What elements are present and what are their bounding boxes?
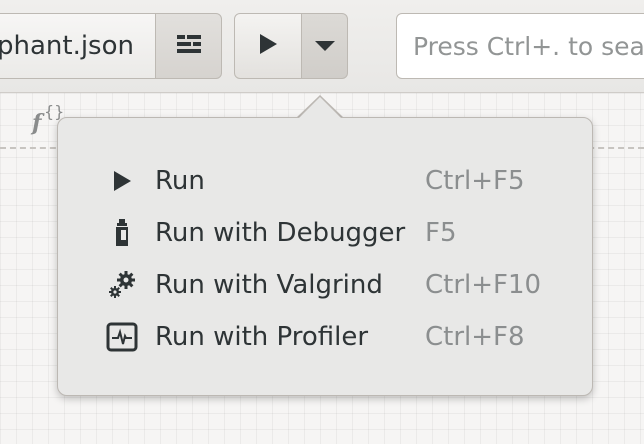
play-icon <box>106 165 138 197</box>
profiler-icon <box>106 321 138 353</box>
menu-item-run-valgrind[interactable]: Run with Valgrind Ctrl+F10 <box>78 259 572 311</box>
split-pane-icon <box>175 32 203 60</box>
menu-item-accel: Ctrl+F5 <box>425 166 525 196</box>
menu-item-run-profiler[interactable]: Run with Profiler Ctrl+F8 <box>78 311 572 363</box>
play-icon <box>258 33 278 59</box>
file-name-label[interactable]: phant.json <box>0 13 156 79</box>
menu-item-label: Run with Valgrind <box>155 270 383 300</box>
search-input[interactable] <box>396 13 644 79</box>
menu-item-accel: Ctrl+F10 <box>425 270 542 300</box>
menu-item-run[interactable]: Run Ctrl+F5 <box>78 155 572 207</box>
function-icon: f <box>32 110 42 136</box>
menu-item-run-debugger[interactable]: Run with Debugger F5 <box>78 207 572 259</box>
gears-icon <box>106 269 138 301</box>
chevron-down-icon <box>314 37 335 56</box>
menu-item-accel: Ctrl+F8 <box>425 322 525 352</box>
header-bar: phant.json <box>0 0 644 93</box>
menu-item-label: Run with Profiler <box>155 322 369 352</box>
run-menu-popover: Run Ctrl+F5 Run with Debugger F5 Run wit… <box>57 117 593 396</box>
menu-item-label: Run <box>155 166 205 196</box>
pane-layout-button[interactable] <box>155 13 222 79</box>
run-button[interactable] <box>234 13 302 79</box>
file-name: phant.json <box>0 31 134 61</box>
run-menu-button[interactable] <box>301 13 348 79</box>
popover-arrow-fill <box>298 97 342 119</box>
menu-item-accel: F5 <box>425 218 457 248</box>
debugger-icon <box>106 217 138 249</box>
menu-item-label: Run with Debugger <box>155 218 406 248</box>
